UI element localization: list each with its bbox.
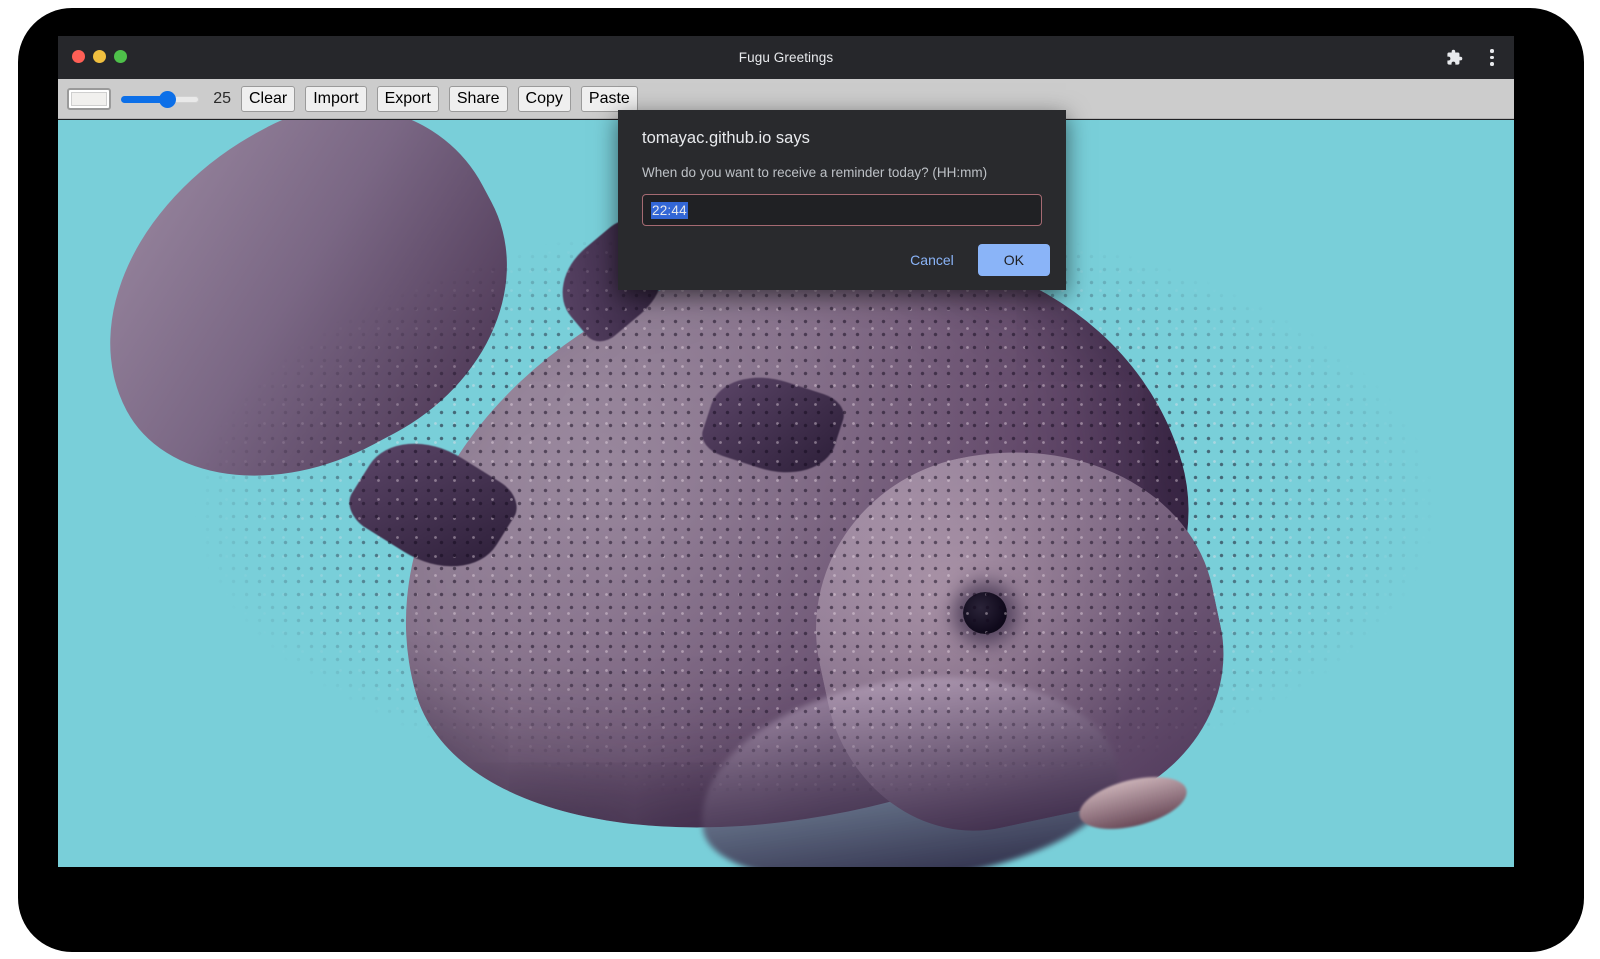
- color-picker[interactable]: [67, 88, 111, 110]
- paste-button[interactable]: Paste: [581, 86, 638, 112]
- window-title: Fugu Greetings: [58, 36, 1514, 79]
- import-button[interactable]: Import: [305, 86, 366, 112]
- dialog-message: When do you want to receive a reminder t…: [642, 164, 1042, 182]
- cancel-button[interactable]: Cancel: [896, 244, 968, 276]
- copy-button[interactable]: Copy: [518, 86, 571, 112]
- share-button[interactable]: Share: [449, 86, 508, 112]
- slider-thumb[interactable]: [159, 91, 176, 108]
- export-button[interactable]: Export: [377, 86, 439, 112]
- dialog-origin-title: tomayac.github.io says: [642, 128, 1042, 148]
- window-actions: [1442, 36, 1504, 79]
- reminder-time-value: 22:44: [651, 202, 688, 219]
- browser-window: Fugu Greetings 25 Clear: [58, 36, 1514, 867]
- line-width-slider[interactable]: [121, 90, 199, 108]
- clear-button[interactable]: Clear: [241, 86, 295, 112]
- more-menu-icon[interactable]: [1480, 46, 1504, 70]
- javascript-prompt-dialog: tomayac.github.io says When do you want …: [618, 110, 1066, 290]
- window-titlebar: Fugu Greetings: [58, 36, 1514, 79]
- reminder-time-input[interactable]: 22:44: [642, 194, 1042, 226]
- slider-value-label: 25: [209, 90, 231, 108]
- dialog-actions: Cancel OK: [896, 244, 1050, 276]
- ok-button[interactable]: OK: [978, 244, 1050, 276]
- extensions-icon[interactable]: [1442, 46, 1466, 70]
- screenshot-root: Fugu Greetings 25 Clear: [0, 0, 1600, 959]
